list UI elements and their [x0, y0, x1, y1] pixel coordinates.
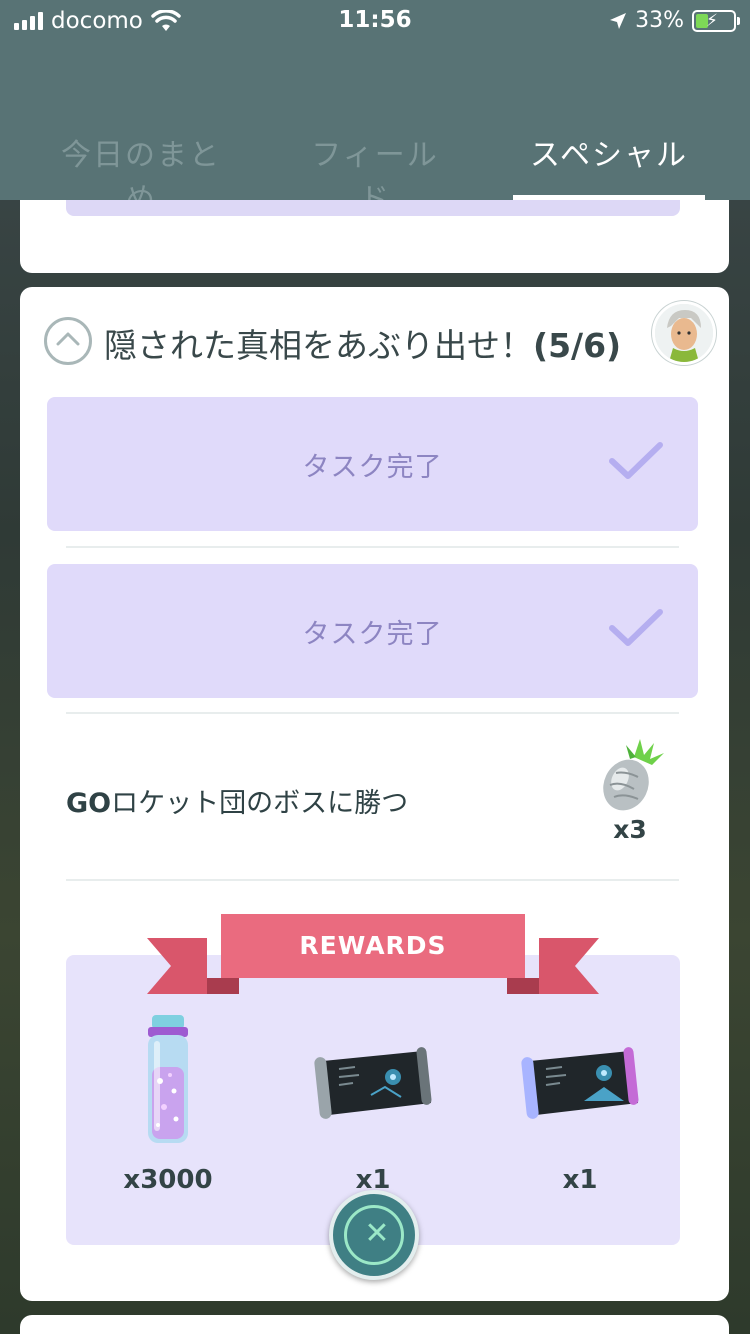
- close-button[interactable]: ✕: [329, 1190, 419, 1280]
- reward-qty: x1: [562, 1165, 598, 1195]
- completed-task-1: タスク完了: [47, 397, 698, 531]
- reward-scroll-2: x1: [500, 1011, 660, 1211]
- tab-special[interactable]: スペシャル: [513, 130, 705, 174]
- battery-percent: 33%: [635, 8, 684, 33]
- checkmark-icon: [609, 442, 663, 479]
- open-task-label-rest: ロケット団のボスに勝つ: [111, 788, 409, 819]
- professor-willow-icon: [655, 304, 713, 362]
- checkmark-icon: [609, 609, 663, 646]
- close-icon: ✕: [344, 1205, 404, 1265]
- reward-scroll-1: x1: [293, 1011, 453, 1211]
- task-complete-label: タスク完了: [302, 452, 443, 483]
- scroll-icon: [314, 1047, 432, 1119]
- quest-title-text: 隠された真相をあぶり出せ！: [104, 326, 533, 365]
- tab-bar: 今日のまとめ フィールド スペシャル: [0, 120, 750, 217]
- app-header: docomo 11:56 33% ⚡ 今日のまとめ フィールド スペシャル: [0, 0, 750, 217]
- silver-pinap-berry-icon: [603, 739, 664, 811]
- special-research-card: 隠された真相をあぶり出せ！(5/6) タスク完了 タスク完了 GOロケット団のボ…: [20, 287, 729, 1301]
- task-reward-qty: x3: [613, 815, 647, 844]
- rewards-ribbon: REWARDS: [147, 914, 599, 998]
- completed-task-2: タスク完了: [47, 564, 698, 698]
- battery-charging-icon: ⚡: [692, 9, 740, 32]
- previous-quest-card: [20, 200, 729, 273]
- stardust-icon: [148, 1015, 188, 1143]
- quest-header: 隠された真相をあぶり出せ！(5/6): [44, 315, 714, 367]
- quest-title: 隠された真相をあぶり出せ！(5/6): [104, 319, 621, 367]
- quest-progress: (5/6): [533, 326, 622, 365]
- divider: [66, 712, 679, 714]
- collapse-button[interactable]: [44, 317, 92, 365]
- chevron-up-icon: [56, 332, 80, 346]
- reward-qty: x3000: [123, 1165, 213, 1195]
- professor-avatar[interactable]: [652, 301, 716, 365]
- task-complete-label: タスク完了: [302, 619, 443, 650]
- open-task: GOロケット団のボスに勝つ x3: [66, 739, 680, 867]
- open-task-label: GOロケット団のボスに勝つ: [66, 781, 408, 820]
- previous-task-strip: [66, 200, 680, 216]
- divider: [66, 879, 679, 881]
- rewards-label: REWARDS: [299, 931, 447, 960]
- location-arrow-icon: [610, 12, 627, 29]
- task-reward: x3: [590, 737, 670, 847]
- scroll-icon: [521, 1047, 639, 1119]
- next-quest-card: [20, 1315, 729, 1334]
- divider: [66, 546, 679, 548]
- status-bar: docomo 11:56 33% ⚡: [0, 0, 750, 42]
- reward-stardust: x3000: [88, 1011, 248, 1211]
- open-task-label-bold: GO: [66, 788, 112, 819]
